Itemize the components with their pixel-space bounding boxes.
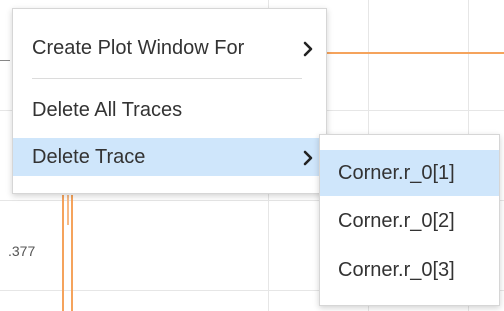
menu-item-label: Delete All Traces bbox=[32, 98, 183, 121]
context-menu: Create Plot Window For Delete All Traces… bbox=[12, 8, 327, 194]
menu-item-delete-all-traces[interactable]: Delete All Traces bbox=[13, 91, 326, 129]
menu-separator bbox=[32, 78, 302, 79]
y-axis-tick bbox=[0, 60, 10, 61]
submenu-item-corner-r0-1[interactable]: Corner.r_0[1] bbox=[320, 150, 499, 196]
delete-trace-submenu: Corner.r_0[1] Corner.r_0[2] Corner.r_0[3… bbox=[319, 134, 500, 306]
submenu-item-label: Corner.r_0[2] bbox=[338, 209, 455, 232]
menu-item-label: Delete Trace bbox=[32, 145, 146, 168]
trace-line bbox=[62, 195, 64, 311]
chevron-right-icon bbox=[302, 149, 314, 166]
trace-line bbox=[325, 52, 504, 54]
trace-line bbox=[67, 195, 69, 225]
menu-item-delete-trace[interactable]: Delete Trace bbox=[13, 138, 326, 176]
trace-line bbox=[71, 195, 73, 311]
submenu-item-label: Corner.r_0[1] bbox=[338, 161, 455, 184]
menu-item-label: Create Plot Window For bbox=[32, 36, 245, 59]
submenu-item-label: Corner.r_0[3] bbox=[338, 258, 455, 281]
submenu-item-corner-r0-2[interactable]: Corner.r_0[2] bbox=[320, 198, 499, 244]
submenu-item-corner-r0-3[interactable]: Corner.r_0[3] bbox=[320, 247, 499, 293]
screen: .377 Create Plot Window For Delete All T… bbox=[0, 0, 504, 311]
y-axis-tick-label: .377 bbox=[8, 243, 36, 259]
chevron-right-icon bbox=[302, 40, 314, 57]
menu-item-create-plot-window-for[interactable]: Create Plot Window For bbox=[13, 29, 326, 67]
